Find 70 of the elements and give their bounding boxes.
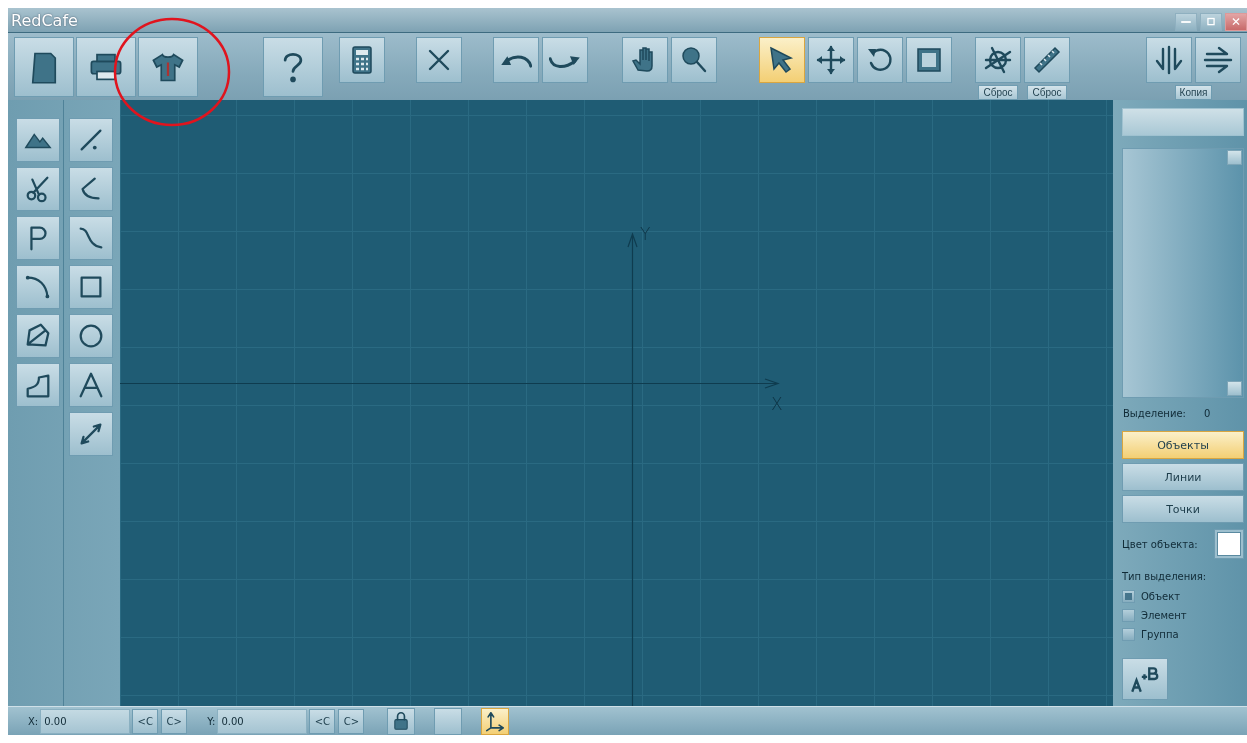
drawing-tool-button[interactable] bbox=[69, 314, 113, 358]
compass-target-icon bbox=[982, 44, 1014, 76]
ruler-icon bbox=[1031, 44, 1063, 76]
selection-type-label: Тип выделения: bbox=[1122, 571, 1208, 582]
drawing-tool-button[interactable] bbox=[69, 363, 113, 407]
selection-count: 0 bbox=[1203, 408, 1211, 419]
step-back-button[interactable]: <C bbox=[132, 708, 159, 734]
checkbox-label: Объект bbox=[1141, 591, 1181, 602]
lock-button[interactable] bbox=[387, 707, 416, 735]
filter-button[interactable]: Точки bbox=[1122, 495, 1244, 523]
minimize-icon bbox=[1180, 20, 1192, 24]
mirror-vertical-icon bbox=[1153, 44, 1185, 76]
measure-button[interactable] bbox=[1024, 37, 1070, 83]
checkbox[interactable] bbox=[1122, 609, 1135, 622]
new-button[interactable] bbox=[14, 37, 74, 97]
drawing-tool-button[interactable] bbox=[69, 118, 113, 162]
window-title: RedCafe bbox=[10, 10, 78, 30]
copy-button[interactable]: Копия bbox=[1174, 85, 1213, 100]
reset-button[interactable]: Сброс bbox=[978, 85, 1018, 100]
undo-button[interactable] bbox=[493, 37, 539, 83]
selection-label: Выделение: bbox=[1123, 408, 1186, 419]
filter-button[interactable]: Объекты bbox=[1122, 431, 1244, 459]
help-button[interactable] bbox=[263, 37, 323, 97]
drawing-tool-button[interactable] bbox=[69, 412, 113, 456]
drawing-tool-button[interactable] bbox=[16, 363, 60, 407]
drawing-tool-button[interactable] bbox=[16, 265, 60, 309]
drawing-tool-button[interactable] bbox=[16, 216, 60, 260]
reset-origin-button[interactable] bbox=[975, 37, 1021, 83]
drawing-tool-button[interactable] bbox=[69, 167, 113, 211]
mirror-horizontal-icon bbox=[1202, 44, 1234, 76]
checkbox-label: Элемент bbox=[1141, 610, 1187, 621]
axes-arrows-icon bbox=[484, 710, 507, 732]
drawing-tool-button[interactable] bbox=[69, 265, 113, 309]
reset-button[interactable]: Сброс bbox=[1027, 85, 1067, 100]
blank-toggle-button[interactable] bbox=[434, 707, 463, 735]
color-label: Цвет объекта: bbox=[1122, 538, 1198, 550]
coordinate-field[interactable]: 0.00 bbox=[217, 708, 308, 734]
redo-button[interactable] bbox=[542, 37, 588, 83]
drawing-tool-button[interactable] bbox=[16, 118, 60, 162]
pan-button[interactable] bbox=[622, 37, 668, 83]
calculator-button[interactable] bbox=[339, 37, 385, 83]
mirror-horizontal-button[interactable] bbox=[1195, 37, 1241, 83]
coordinate-label: Y: bbox=[207, 715, 216, 727]
color-picker[interactable] bbox=[1214, 529, 1244, 559]
coordinate-field[interactable]: 0.00 bbox=[40, 708, 131, 734]
zoom-button[interactable] bbox=[671, 37, 717, 83]
checkbox-label: Группа bbox=[1141, 629, 1179, 640]
name-field[interactable] bbox=[1122, 108, 1244, 136]
drawing-tool-button[interactable] bbox=[16, 167, 60, 211]
step-forward-button[interactable]: C> bbox=[161, 708, 188, 734]
scale-button[interactable] bbox=[906, 37, 952, 83]
coordinate-label: X: bbox=[28, 715, 39, 727]
mirror-vertical-button[interactable] bbox=[1146, 37, 1192, 83]
rotate-button[interactable] bbox=[857, 37, 903, 83]
move-button[interactable] bbox=[808, 37, 854, 83]
step-back-button[interactable]: <C bbox=[309, 708, 336, 734]
print-button[interactable] bbox=[76, 37, 136, 97]
shirt-button[interactable] bbox=[138, 37, 198, 97]
close-button[interactable] bbox=[1225, 13, 1247, 31]
drawing-tool-button[interactable] bbox=[16, 314, 60, 358]
step-forward-button[interactable]: C> bbox=[338, 708, 365, 734]
select-button[interactable] bbox=[759, 37, 805, 83]
move-arrows-icon bbox=[815, 44, 847, 76]
axes-toggle-button[interactable] bbox=[481, 707, 510, 735]
drawing-tool-button[interactable] bbox=[69, 216, 113, 260]
checkbox[interactable] bbox=[1122, 628, 1135, 641]
checkbox[interactable] bbox=[1122, 590, 1135, 603]
combine-button[interactable] bbox=[1122, 658, 1168, 700]
delete-button[interactable] bbox=[416, 37, 462, 83]
filter-button[interactable]: Линии bbox=[1122, 463, 1244, 491]
